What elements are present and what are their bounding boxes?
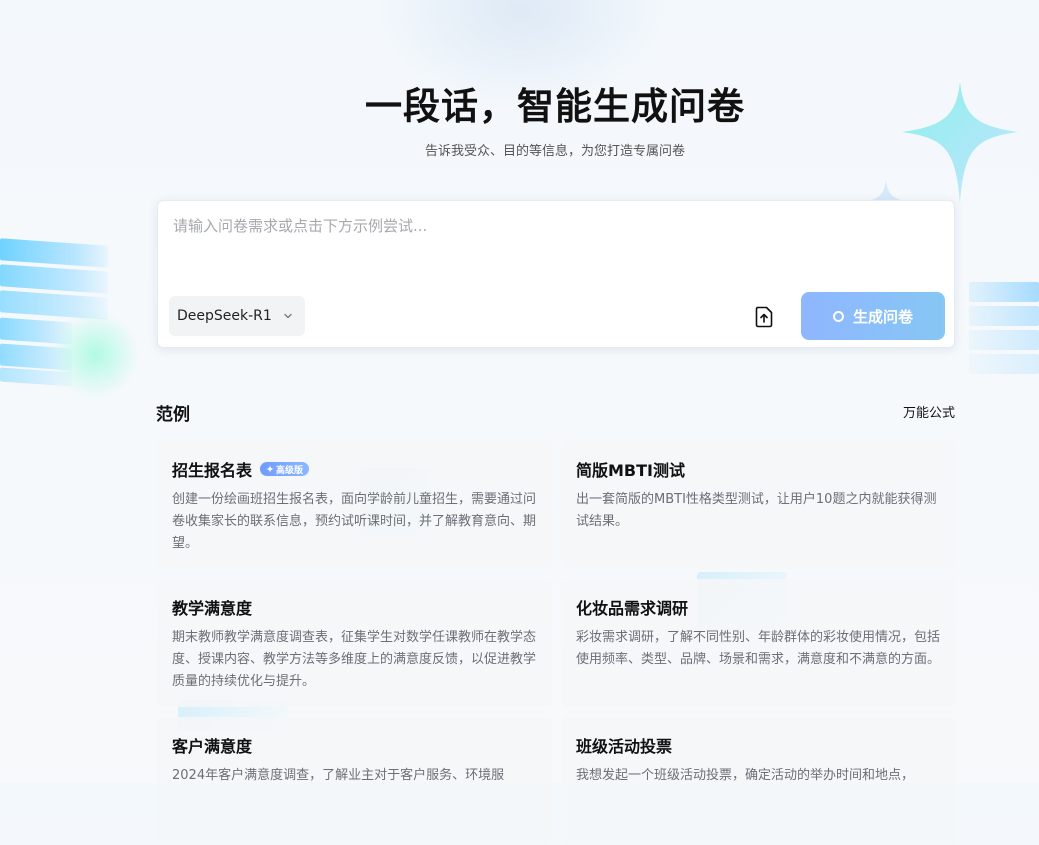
decorative-slab xyxy=(0,343,72,371)
card-title: 客户满意度 xyxy=(172,737,253,756)
example-card-customer[interactable]: 客户满意度 2024年客户满意度调查，了解业主对于客户服务、环境服 xyxy=(157,717,552,845)
decorative-slab xyxy=(969,354,1039,374)
decorative-slab xyxy=(0,238,108,268)
card-title-row: 教学满意度 xyxy=(172,596,537,618)
premium-badge: 高级版 xyxy=(260,462,310,476)
decorative-slab xyxy=(0,367,72,387)
card-description: 2024年客户满意度调查，了解业主对于客户服务、环境服 xyxy=(172,768,505,783)
card-title: 简版MBTI测试 xyxy=(576,461,685,480)
card-title-row: 简版MBTI测试 xyxy=(576,458,941,480)
page-subtitle: 告诉我受众、目的等信息，为您打造专属问卷 xyxy=(424,144,685,159)
card-title-row: 招生报名表 高级版 xyxy=(172,458,537,480)
generate-button[interactable]: 生成问卷 xyxy=(801,292,945,340)
example-card-vote[interactable]: 班级活动投票 我想发起一个班级活动投票，确定活动的举办时间和地点， xyxy=(561,717,956,845)
loading-spinner-icon xyxy=(832,310,844,322)
card-title-row: 客户满意度 xyxy=(172,734,537,756)
prompt-card: DeepSeek-R1 生成问卷 xyxy=(157,200,955,348)
card-description: 我想发起一个班级活动投票，确定活动的举办时间和地点， xyxy=(576,768,915,783)
decorative-slab xyxy=(0,264,108,294)
model-select[interactable]: DeepSeek-R1 xyxy=(169,296,305,336)
decorative-glow xyxy=(50,310,140,400)
model-select-label: DeepSeek-R1 xyxy=(177,308,272,324)
decorative-slab xyxy=(0,290,108,320)
decorative-slab xyxy=(0,317,72,345)
upload-button[interactable] xyxy=(752,305,776,329)
examples-title: 范例 xyxy=(156,405,190,425)
card-title: 班级活动投票 xyxy=(576,737,673,756)
card-description: 创建一份绘画班招生报名表，面向学龄前儿童招生，需要通过问卷收集家长的联系信息，预… xyxy=(172,492,537,551)
card-title-row: 化妆品需求调研 xyxy=(576,596,941,618)
card-title: 招生报名表 xyxy=(172,461,253,480)
example-card-teaching[interactable]: 教学满意度 期末教师教学满意度调查表，征集学生对数学任课教师在教学态度、授课内容… xyxy=(157,579,552,707)
sparkle-icon xyxy=(266,465,275,473)
card-description: 彩妆需求调研，了解不同性别、年龄群体的彩妆使用情况，包括使用频率、类型、品牌、场… xyxy=(576,630,941,667)
example-card-mbti[interactable]: 简版MBTI测试 出一套简版的MBTI性格类型测试，让用户10题之内就能获得测试… xyxy=(561,441,956,569)
card-title-row: 班级活动投票 xyxy=(576,734,941,756)
generate-button-label: 生成问卷 xyxy=(852,307,913,326)
decorative-slab xyxy=(969,330,1039,350)
prompt-input[interactable] xyxy=(173,215,933,275)
example-card-cosmetics[interactable]: 化妆品需求调研 彩妆需求调研，了解不同性别、年龄群体的彩妆使用情况，包括使用频率… xyxy=(561,579,956,707)
upload-file-icon xyxy=(755,306,773,328)
premium-badge-label: 高级版 xyxy=(276,465,304,476)
card-title: 教学满意度 xyxy=(172,599,253,618)
example-card-enrollment[interactable]: 招生报名表 高级版 创建一份绘画班招生报名表，面向学龄前儿童招生，需要通过问卷收… xyxy=(157,441,552,569)
decorative-slab xyxy=(969,306,1039,326)
card-title: 化妆品需求调研 xyxy=(576,599,689,618)
card-description: 期末教师教学满意度调查表，征集学生对数学任课教师在教学态度、授课内容、教学方法等… xyxy=(172,630,537,689)
decorative-slab xyxy=(969,282,1039,302)
card-description: 出一套简版的MBTI性格类型测试，让用户10题之内就能获得测试结果。 xyxy=(576,492,937,529)
page-title: 一段话，智能生成问卷 xyxy=(365,85,745,128)
chevron-down-icon xyxy=(284,313,292,319)
formula-link[interactable]: 万能公式 xyxy=(903,402,955,421)
